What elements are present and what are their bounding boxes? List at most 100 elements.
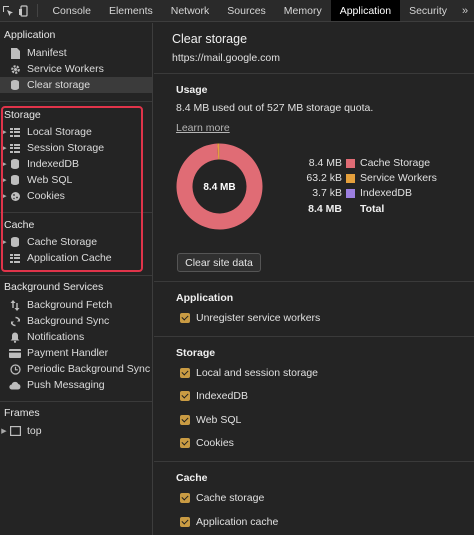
legend-label: IndexedDB <box>360 187 412 199</box>
section-title-background-services: Background Services <box>4 281 104 293</box>
checkbox[interactable] <box>180 493 190 503</box>
gear-icon <box>8 63 22 75</box>
sidebar-item-background-sync[interactable]: Background Sync <box>0 313 152 329</box>
tab-network[interactable]: Network <box>162 0 219 21</box>
section-title-frames: Frames <box>4 407 40 419</box>
section-divider <box>154 461 474 462</box>
storage-heading: Storage <box>176 347 216 359</box>
sidebar-item-label: Clear storage <box>27 79 91 91</box>
checkbox[interactable] <box>180 415 190 425</box>
highlight-box <box>1 106 143 272</box>
sidebar-divider <box>0 101 152 102</box>
section-divider <box>154 73 474 74</box>
inspect-element-icon[interactable] <box>0 0 16 21</box>
file-icon <box>8 47 22 59</box>
sidebar-item-notifications[interactable]: Notifications <box>0 329 152 345</box>
tab-console[interactable]: Console <box>43 0 100 21</box>
legend-label: Cache Storage <box>360 157 431 169</box>
legend-value: 3.7 kB <box>312 187 342 199</box>
checkbox[interactable] <box>180 313 190 323</box>
tab-application[interactable]: Application <box>330 0 401 21</box>
checkbox-label: Unregister service workers <box>196 312 321 324</box>
tab-sources[interactable]: Sources <box>218 0 275 21</box>
legend-row-cache-storage: 8.4 MB Cache Storage <box>304 157 430 169</box>
sidebar-item-frame-top[interactable]: ▶ top <box>0 423 152 439</box>
sidebar-divider <box>0 275 152 276</box>
application-sidebar: Application Manifest Service Workers Cle… <box>0 23 153 535</box>
sidebar-item-payment-handler[interactable]: Payment Handler <box>0 345 152 361</box>
sidebar-item-label: Background Fetch <box>27 299 113 311</box>
application-heading: Application <box>176 292 234 304</box>
usage-donut-chart: 8.4 MB <box>176 143 263 230</box>
sidebar-item-periodic-background-sync[interactable]: Periodic Background Sync <box>0 361 152 377</box>
more-tabs-button[interactable]: » <box>456 0 474 21</box>
checkbox-label: Cookies <box>196 437 234 449</box>
checkbox-web-sql[interactable]: Web SQL <box>180 414 241 426</box>
section-title-application: Application <box>4 29 56 41</box>
clear-storage-panel: Clear storage https://mail.google.com Us… <box>154 23 474 535</box>
checkbox-local-session-storage[interactable]: Local and session storage <box>180 367 318 379</box>
checkbox[interactable] <box>180 391 190 401</box>
sidebar-item-label: Payment Handler <box>27 347 109 359</box>
checkbox[interactable] <box>180 517 190 527</box>
checkbox-cache-storage[interactable]: Cache storage <box>180 492 264 504</box>
card-icon <box>8 347 22 359</box>
checkbox-label: Cache storage <box>196 492 265 504</box>
sidebar-item-service-workers[interactable]: Service Workers <box>0 61 152 77</box>
legend-value: 8.4 MB <box>308 203 342 215</box>
sidebar-item-push-messaging[interactable]: Push Messaging <box>0 377 152 393</box>
tab-memory[interactable]: Memory <box>275 0 331 21</box>
quota-text: 8.4 MB used out of 527 MB storage quota. <box>176 102 374 114</box>
checkbox-indexeddb[interactable]: IndexedDB <box>180 390 248 402</box>
cache-heading: Cache <box>176 472 208 484</box>
device-toolbar-icon[interactable] <box>16 0 32 21</box>
donut-center-label: 8.4 MB <box>203 182 235 193</box>
sidebar-item-label: Push Messaging <box>27 379 105 391</box>
devtools-tab-bar: Console Elements Network Sources Memory … <box>0 0 474 22</box>
arrows-updown-icon <box>8 299 22 311</box>
checkbox-label: Local and session storage <box>196 367 318 379</box>
legend-label: Total <box>360 203 385 215</box>
database-icon <box>8 79 22 91</box>
page-title: Clear storage <box>172 32 248 46</box>
legend-swatch <box>346 188 355 198</box>
section-divider <box>154 336 474 337</box>
cloud-icon <box>8 379 22 391</box>
legend-swatch <box>346 173 355 183</box>
frame-icon <box>8 425 22 437</box>
sidebar-divider <box>0 401 152 402</box>
learn-more-link[interactable]: Learn more <box>176 122 230 134</box>
legend-label: Service Workers <box>360 172 437 184</box>
bell-icon <box>8 331 22 343</box>
sidebar-item-manifest[interactable]: Manifest <box>0 45 152 61</box>
tab-security[interactable]: Security <box>400 0 456 21</box>
section-divider <box>154 281 474 282</box>
expand-arrow-icon[interactable]: ▶ <box>0 427 8 435</box>
tab-elements[interactable]: Elements <box>100 0 162 21</box>
toolbar-divider <box>36 4 38 17</box>
legend-row-total: 8.4 MB Total <box>304 203 384 215</box>
checkbox[interactable] <box>180 438 190 448</box>
checkbox[interactable] <box>180 368 190 378</box>
legend-value: 8.4 MB <box>308 157 342 169</box>
checkbox-label: IndexedDB <box>196 390 248 402</box>
checkbox-label: Web SQL <box>196 414 242 426</box>
sync-icon <box>8 315 22 327</box>
checkbox-application-cache[interactable]: Application cache <box>180 516 278 528</box>
checkbox-cookies[interactable]: Cookies <box>180 437 234 449</box>
clock-icon <box>8 363 22 375</box>
sidebar-item-clear-storage[interactable]: Clear storage <box>0 77 152 93</box>
sidebar-item-label: Background Sync <box>27 315 110 327</box>
sidebar-item-label: top <box>27 425 42 437</box>
origin-url: https://mail.google.com <box>172 52 280 64</box>
legend-value: 63.2 kB <box>306 172 342 184</box>
legend-row-indexeddb: 3.7 kB IndexedDB <box>304 187 412 199</box>
sidebar-item-background-fetch[interactable]: Background Fetch <box>0 297 152 313</box>
legend-row-service-workers: 63.2 kB Service Workers <box>304 172 437 184</box>
legend-swatch <box>346 158 355 168</box>
sidebar-item-label: Notifications <box>27 331 85 343</box>
clear-site-data-button[interactable]: Clear site data <box>177 253 261 272</box>
checkbox-unregister-service-workers[interactable]: Unregister service workers <box>180 312 320 324</box>
sidebar-item-label: Periodic Background Sync <box>27 363 151 375</box>
sidebar-item-label: Service Workers <box>27 63 104 75</box>
